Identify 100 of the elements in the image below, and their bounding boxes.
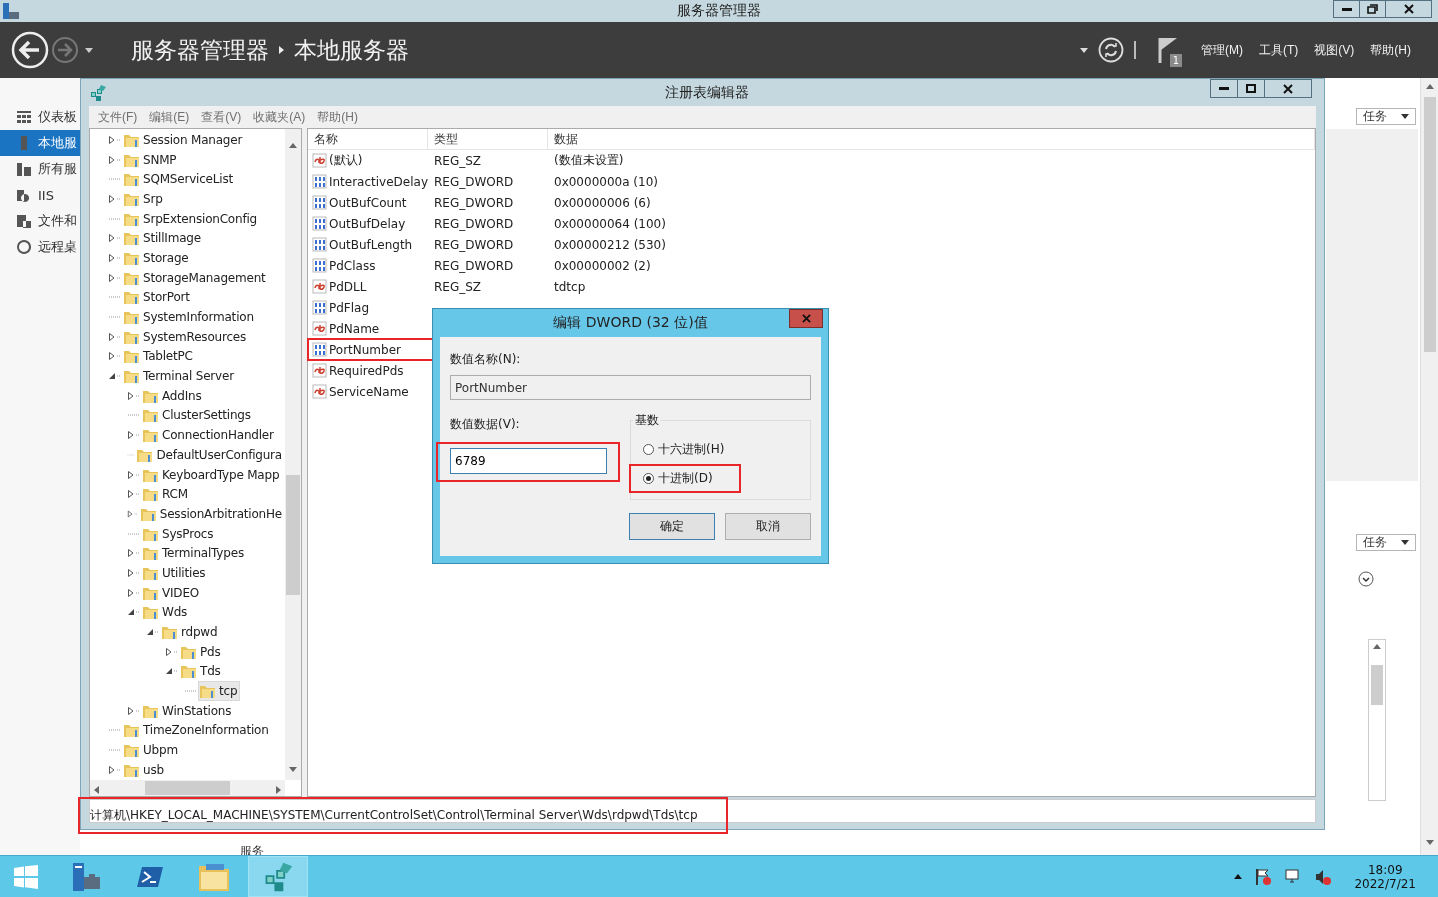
menu-item[interactable]: 帮助(H)	[1367, 41, 1414, 59]
expand-arrow-icon[interactable]	[127, 508, 139, 519]
expand-arrow-icon[interactable]	[127, 705, 141, 716]
scroll-left-icon[interactable]	[94, 785, 99, 794]
expand-arrow-icon[interactable]	[127, 587, 141, 598]
scrollbar[interactable]	[1420, 78, 1438, 855]
scrollbar-thumb[interactable]	[286, 474, 300, 595]
tree-item[interactable]: Pds	[179, 641, 224, 662]
scrollbar[interactable]	[285, 129, 301, 780]
column-header[interactable]: 类型	[428, 129, 548, 150]
tree-item[interactable]: Utilities	[141, 562, 209, 583]
value-name[interactable]: PdFlag	[308, 297, 428, 318]
expand-arrow-icon[interactable]	[165, 646, 179, 657]
expand-arrow-icon[interactable]	[108, 154, 122, 165]
tree-item[interactable]: WinStations	[141, 700, 235, 721]
taskbar-button[interactable]	[248, 856, 308, 897]
flag-icon[interactable]	[1254, 867, 1273, 886]
tree-item[interactable]: SystemInformation	[122, 307, 257, 328]
tree-item[interactable]: KeyboardType Mapp	[141, 464, 283, 485]
back-button[interactable]	[11, 31, 49, 69]
expand-arrow-icon[interactable]	[108, 193, 122, 204]
expand-arrow-icon[interactable]	[108, 764, 122, 775]
nav-item[interactable]: 所有服	[0, 156, 80, 182]
tree-item[interactable]: VIDEO	[141, 582, 203, 603]
column-header[interactable]: 名称	[308, 129, 428, 150]
menu-item[interactable]: 管理(M)	[1198, 41, 1246, 59]
scroll-right-icon[interactable]	[276, 785, 281, 794]
radio-button[interactable]	[643, 473, 654, 484]
nav-item[interactable]: 远程桌	[0, 234, 80, 260]
expand-arrow-icon[interactable]	[108, 134, 122, 145]
value-name[interactable]: OutBufCount	[308, 192, 428, 213]
restore-button[interactable]	[1359, 0, 1386, 18]
value-name[interactable]: InteractiveDelay	[308, 171, 428, 192]
expand-arrow-icon[interactable]	[108, 331, 122, 342]
collapse-arrow-icon[interactable]	[165, 666, 179, 677]
expand-arrow-icon[interactable]	[108, 272, 122, 283]
tree-item[interactable]: Terminal Server	[122, 366, 237, 387]
tree-item[interactable]: SessionArbitrationHe	[138, 503, 285, 524]
menu-item[interactable]: 工具(T)	[1256, 41, 1302, 59]
flag-icon[interactable]	[1158, 37, 1178, 63]
tree-item[interactable]: Wds	[141, 602, 191, 623]
menu-item[interactable]: 收藏夹(A)	[248, 108, 311, 126]
nav-item[interactable]: 本地服	[0, 130, 80, 156]
tree-item[interactable]: tcp	[198, 681, 241, 702]
tree-item[interactable]: Tds	[179, 661, 224, 682]
expand-arrow-icon[interactable]	[127, 469, 141, 480]
collapse-arrow-icon[interactable]	[146, 627, 160, 638]
value-name[interactable]: (默认)	[308, 150, 428, 171]
radio-label[interactable]: 十进制(D)	[658, 470, 713, 487]
value-name[interactable]: RequiredPds	[308, 360, 428, 381]
tree-item[interactable]: Srp	[122, 188, 166, 209]
close-button[interactable]	[1385, 0, 1432, 18]
collapse-arrow-icon[interactable]	[127, 607, 141, 618]
menu-item[interactable]: 帮助(H)	[312, 108, 363, 126]
tree-item[interactable]: TabletPC	[122, 346, 196, 367]
tasks-button[interactable]: 任务	[1356, 108, 1416, 125]
expand-arrow-icon[interactable]	[127, 390, 141, 401]
tree-item[interactable]: rdpwd	[160, 622, 221, 643]
menu-item[interactable]: 查看(V)	[196, 108, 247, 126]
expand-arrow-icon[interactable]	[127, 567, 141, 578]
scrollbar-thumb[interactable]	[1371, 665, 1383, 705]
scrollbar[interactable]	[1368, 639, 1386, 801]
tree-item[interactable]: SQMServiceList	[122, 169, 236, 190]
value-name[interactable]: OutBufDelay	[308, 213, 428, 234]
minimize-button[interactable]	[1333, 0, 1360, 18]
value-name[interactable]: PdClass	[308, 255, 428, 276]
tree-item[interactable]: Storage	[122, 247, 192, 268]
expand-arrow-icon[interactable]	[108, 233, 122, 244]
radio-button[interactable]	[643, 444, 654, 455]
menu-item[interactable]: 视图(V)	[1311, 41, 1358, 59]
column-header[interactable]: 数据	[548, 129, 1315, 150]
ok-button[interactable]: 确定	[629, 513, 715, 540]
expand-arrow-icon[interactable]	[108, 351, 122, 362]
nav-item[interactable]: IIS	[0, 182, 80, 208]
tree-item[interactable]: ClusterSettings	[141, 405, 254, 426]
tree-item[interactable]: StorageManagement	[122, 267, 269, 288]
expand-arrow-icon[interactable]	[127, 430, 141, 441]
value-name[interactable]: OutBufLength	[308, 234, 428, 255]
value-name[interactable]: PdDLL	[308, 276, 428, 297]
forward-button[interactable]	[51, 36, 79, 64]
scrollbar[interactable]	[90, 780, 285, 796]
tree-item[interactable]: SrpExtensionConfig	[122, 208, 260, 229]
maximize-button[interactable]	[1237, 79, 1265, 98]
menu-item[interactable]: 文件(F)	[93, 108, 143, 126]
tree-item[interactable]: StorPort	[122, 287, 193, 308]
close-button[interactable]	[789, 309, 823, 328]
value-input[interactable]: 6789	[450, 448, 607, 474]
tree-item[interactable]: SysProcs	[141, 523, 217, 544]
tree-item[interactable]: StillImage	[122, 228, 204, 249]
tree-item[interactable]: TimeZoneInformation	[122, 720, 272, 741]
tree-item[interactable]: DefaultUserConfigura	[135, 444, 285, 465]
tree-item[interactable]: SystemResources	[122, 326, 250, 347]
breadcrumb-item[interactable]: 本地服务器	[294, 34, 409, 66]
menu-item[interactable]: 编辑(E)	[144, 108, 195, 126]
tree-item[interactable]: usb	[122, 759, 167, 780]
name-field[interactable]: PortNumber	[450, 375, 811, 400]
tree-item[interactable]: Ubpm	[122, 740, 181, 761]
tree-item[interactable]: ConnectionHandler	[141, 425, 277, 446]
tree-item[interactable]: TerminalTypes	[141, 543, 247, 564]
tree-item[interactable]: SNMP	[122, 149, 180, 170]
